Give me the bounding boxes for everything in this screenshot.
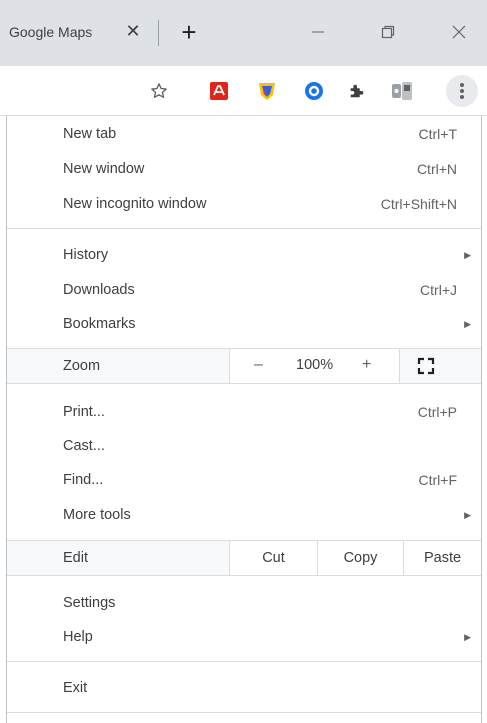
puzzle-extensions-icon[interactable]: [345, 79, 369, 103]
menu-item-label: Settings: [63, 595, 116, 611]
menu-item-shortcut: Ctrl+J: [420, 282, 457, 298]
menu-item-history[interactable]: History ▶: [7, 238, 481, 272]
menu-item-new-tab[interactable]: New tab Ctrl+T: [7, 117, 481, 151]
menu-item-new-incognito-window[interactable]: New incognito window Ctrl+Shift+N: [7, 187, 481, 221]
browser-toolbar: [0, 66, 487, 116]
menu-item-print[interactable]: Print... Ctrl+P: [7, 395, 481, 429]
tab-separator: [158, 20, 159, 46]
menu-separator: [7, 661, 481, 662]
zoom-control: – 100% +: [229, 349, 400, 383]
submenu-arrow-icon: ▶: [464, 318, 471, 329]
restore-icon: [381, 25, 395, 39]
menu-separator: [7, 228, 481, 229]
menu-item-label: Help: [63, 629, 93, 645]
kebab-menu-icon[interactable]: [446, 75, 478, 107]
shield-extension-icon[interactable]: [255, 79, 279, 103]
restore-button[interactable]: [366, 18, 410, 46]
close-window-button[interactable]: [437, 18, 481, 46]
media-extension-icon[interactable]: [390, 79, 414, 103]
menu-item-more-tools[interactable]: More tools ▶: [7, 498, 481, 532]
menu-item-label: New tab: [63, 126, 117, 142]
minimize-button[interactable]: [296, 18, 340, 46]
menu-item-label: Cast...: [63, 438, 105, 454]
menu-bottom-edge: [7, 712, 481, 713]
menu-item-label: History: [63, 247, 109, 263]
zoom-label: Zoom: [63, 358, 101, 374]
blue-o-extension-icon[interactable]: [302, 79, 326, 103]
edit-row: Edit Cut Copy Paste: [7, 540, 481, 576]
bookmark-star-icon[interactable]: [147, 79, 171, 103]
menu-item-label: Find...: [63, 472, 104, 488]
minimize-icon: [312, 31, 324, 33]
acrobat-extension-icon[interactable]: [207, 79, 231, 103]
menu-item-shortcut: Ctrl+N: [416, 161, 457, 177]
copy-button[interactable]: Copy: [317, 541, 403, 575]
submenu-arrow-icon: ▶: [464, 631, 471, 642]
close-icon: [452, 25, 466, 39]
menu-item-new-window[interactable]: New window Ctrl+N: [7, 152, 481, 186]
menu-item-shortcut: Ctrl+P: [417, 404, 457, 420]
menu-item-label: Exit: [63, 680, 88, 696]
menu-item-label: Bookmarks: [63, 316, 136, 332]
tab-close-icon[interactable]: ✕: [122, 20, 144, 42]
edit-label: Edit: [63, 550, 88, 566]
tab-strip: Google Maps ✕ +: [0, 0, 487, 66]
menu-item-label: More tools: [63, 507, 131, 523]
menu-item-label: Downloads: [63, 282, 135, 298]
menu-item-exit[interactable]: Exit: [7, 671, 481, 705]
menu-item-label: New incognito window: [63, 196, 207, 212]
menu-item-bookmarks[interactable]: Bookmarks ▶: [7, 307, 481, 341]
menu-item-cast[interactable]: Cast...: [7, 429, 481, 463]
fullscreen-icon[interactable]: [417, 357, 435, 375]
menu-item-shortcut: Ctrl+F: [418, 472, 458, 488]
menu-item-help[interactable]: Help ▶: [7, 620, 481, 654]
new-tab-button[interactable]: +: [176, 19, 202, 46]
chrome-menu: New tab Ctrl+T New window Ctrl+N New inc…: [6, 116, 482, 723]
submenu-arrow-icon: ▶: [464, 249, 471, 260]
tab-google-maps[interactable]: Google Maps ✕: [0, 12, 160, 52]
zoom-level: 100%: [296, 357, 334, 373]
tab-title: Google Maps: [9, 24, 93, 40]
menu-item-shortcut: Ctrl+T: [418, 126, 458, 142]
menu-item-find[interactable]: Find... Ctrl+F: [7, 463, 481, 497]
menu-item-label: New window: [63, 161, 145, 177]
submenu-arrow-icon: ▶: [464, 509, 471, 520]
menu-item-settings[interactable]: Settings: [7, 586, 481, 620]
menu-item-downloads[interactable]: Downloads Ctrl+J: [7, 273, 481, 307]
paste-button[interactable]: Paste: [403, 541, 481, 575]
cut-button[interactable]: Cut: [229, 541, 317, 575]
menu-item-label: Print...: [63, 404, 105, 420]
menu-item-shortcut: Ctrl+Shift+N: [380, 196, 457, 212]
zoom-in-button[interactable]: +: [362, 356, 371, 374]
zoom-row: Zoom – 100% +: [7, 348, 481, 384]
zoom-out-button[interactable]: –: [254, 356, 263, 374]
